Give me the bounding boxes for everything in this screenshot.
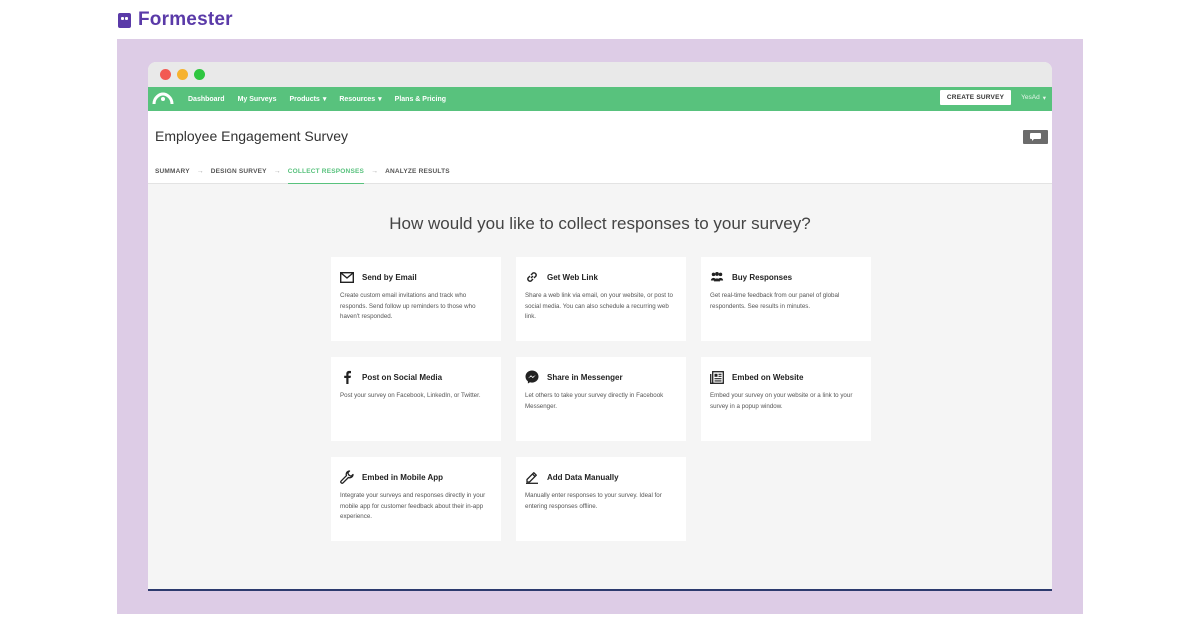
top-navbar: Dashboard My Surveys Products ▾ Resources… (148, 87, 1052, 111)
embed-icon (710, 370, 724, 384)
wrench-icon (340, 470, 354, 484)
card-title: Get Web Link (547, 272, 598, 282)
app-logo-icon[interactable] (152, 92, 174, 106)
survey-header: Employee Engagement Survey SUMMARY → DES… (148, 111, 1052, 184)
nav-products[interactable]: Products ▾ (289, 95, 327, 104)
messenger-icon (525, 370, 539, 384)
card-description: Embed your survey on your website or a l… (710, 392, 853, 410)
minimize-window-button[interactable] (177, 69, 188, 80)
collect-main: How would you like to collect responses … (148, 184, 1052, 589)
card-description: Get real-time feedback from our panel of… (710, 292, 840, 310)
user-menu[interactable]: YesAd ▾ (1021, 94, 1046, 102)
arrow-right-icon: → (196, 168, 204, 175)
option-card-messenger[interactable]: Share in Messenger Let others to take yo… (516, 357, 686, 441)
chevron-down-icon: ▾ (378, 96, 382, 103)
arrow-right-icon: → (273, 168, 281, 175)
card-description: Create custom email invitations and trac… (340, 292, 476, 321)
card-description: Manually enter responses to your survey.… (525, 492, 662, 510)
nav-dashboard[interactable]: Dashboard (188, 96, 225, 103)
option-card-add-data[interactable]: Add Data Manually Manually enter respons… (516, 457, 686, 541)
collect-question: How would you like to collect responses … (389, 214, 811, 233)
people-icon (710, 270, 724, 284)
option-card-embed-website[interactable]: Embed on Website Embed your survey on yo… (701, 357, 871, 441)
maximize-window-button[interactable] (194, 69, 205, 80)
chevron-down-icon: ▾ (1042, 94, 1046, 102)
survey-title: Employee Engagement Survey (155, 128, 348, 144)
brand-header: Formester (118, 9, 233, 31)
link-icon (525, 270, 539, 284)
email-icon (340, 270, 354, 284)
option-card-mobile-app[interactable]: Embed in Mobile App Integrate your surve… (331, 457, 501, 541)
card-title: Embed on Website (732, 372, 804, 382)
card-description: Post your survey on Facebook, LinkedIn, … (340, 392, 481, 399)
card-title: Share in Messenger (547, 372, 623, 382)
feedback-button[interactable] (1023, 130, 1048, 144)
create-survey-button[interactable]: CREATE SURVEY (939, 90, 1012, 105)
chevron-down-icon: ▾ (322, 96, 327, 103)
card-title: Post on Social Media (362, 372, 443, 382)
card-description: Let others to take your survey directly … (525, 392, 664, 410)
card-description: Integrate your surveys and responses dir… (340, 492, 486, 521)
formester-logo-icon (118, 12, 131, 28)
card-description: Share a web link via email, on your webs… (525, 292, 673, 321)
nav-resources[interactable]: Resources ▾ (339, 95, 382, 104)
close-window-button[interactable] (160, 69, 171, 80)
option-card-social-media[interactable]: Post on Social Media Post your survey on… (331, 357, 501, 441)
step-summary[interactable]: SUMMARY (155, 159, 190, 184)
step-collect-responses[interactable]: COLLECT RESPONSES (287, 159, 365, 184)
screenshot-frame: Dashboard My Surveys Products ▾ Resources… (117, 39, 1083, 614)
step-analyze-results[interactable]: ANALYZE RESULTS (385, 159, 450, 184)
card-title: Embed in Mobile App (362, 472, 444, 482)
browser-window: Dashboard My Surveys Products ▾ Resources… (148, 62, 1052, 591)
workflow-steps: SUMMARY → DESIGN SURVEY → COLLECT RESPON… (155, 159, 450, 184)
facebook-icon (340, 370, 354, 384)
nav-plans-pricing[interactable]: Plans & Pricing (395, 96, 446, 103)
window-titlebar (148, 62, 1052, 87)
card-title: Add Data Manually (547, 472, 619, 482)
option-card-web-link[interactable]: Get Web Link Share a web link via email,… (516, 257, 686, 341)
chat-bubble-icon (1030, 133, 1041, 141)
card-title: Buy Responses (732, 272, 793, 282)
card-title: Send by Email (362, 272, 417, 282)
step-design-survey[interactable]: DESIGN SURVEY (211, 159, 267, 184)
arrow-right-icon: → (371, 168, 379, 175)
brand-name: Formester (138, 9, 233, 30)
option-card-buy-responses[interactable]: Buy Responses Get real-time feedback fro… (701, 257, 871, 341)
option-card-email[interactable]: Send by Email Create custom email invita… (331, 257, 501, 341)
pencil-icon (525, 470, 539, 484)
nav-my-surveys[interactable]: My Surveys (238, 96, 277, 103)
